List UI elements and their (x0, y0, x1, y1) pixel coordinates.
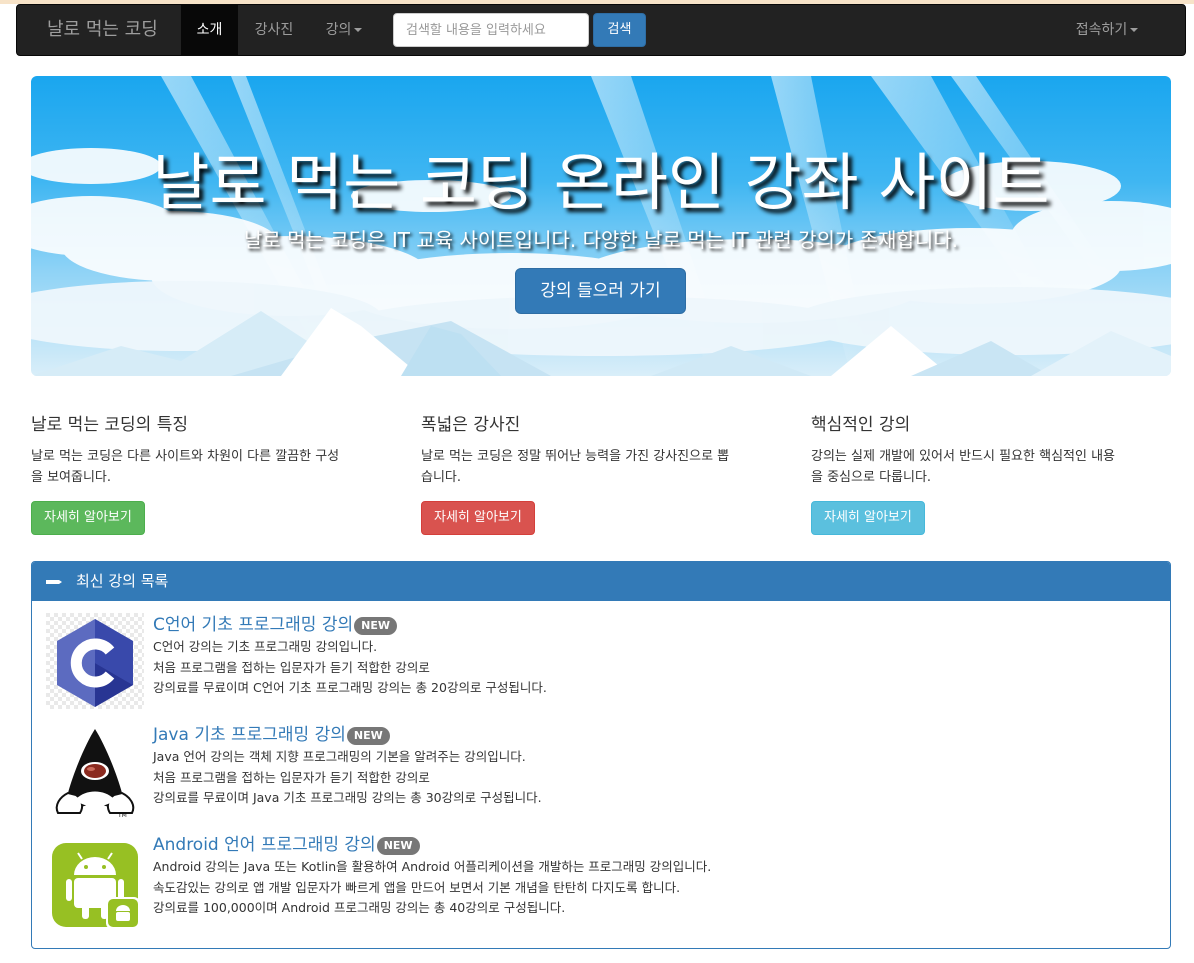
connect-dropdown-label: 접속하기 (1075, 22, 1128, 38)
feature-column-characteristics: 날로 먹는 코딩의 특징 날로 먹는 코딩은 다른 사이트와 차원이 다른 깔끔… (31, 408, 391, 535)
course-title[interactable]: Android 언어 프로그래밍 강의 NEW (153, 833, 1143, 857)
search-input[interactable] (393, 13, 589, 47)
course-title[interactable]: Java 기초 프로그래밍 강의 NEW (153, 723, 1143, 747)
feature-title: 날로 먹는 코딩의 특징 (31, 415, 188, 435)
course-body: Android 언어 프로그래밍 강의 NEW Android 강의는 Java … (153, 833, 1143, 919)
feature-column-instructors: 폭넓은 강사진 날로 먹는 코딩은 정말 뛰어난 능력을 가진 강사진으로 뽑습… (421, 408, 781, 535)
course-title-text[interactable]: C언어 기초 프로그래밍 강의 (153, 615, 353, 635)
feature-title: 폭넓은 강사진 (421, 415, 521, 435)
feature-description-line: 습니다. (421, 470, 462, 485)
feature-description-line: 을 보여줍니다. (31, 470, 112, 485)
feature-column-core-courses: 핵심적인 강의 강의는 실제 개발에 있어서 반드시 필요한 핵심적인 내용을 … (811, 408, 1171, 535)
feature-description-line: 날로 먹는 코딩은 정말 뛰어난 능력을 가진 강사진으로 뽑 (421, 449, 730, 464)
learn-more-button[interactable]: 자세히 알아보기 (31, 501, 145, 535)
chevron-down-icon (1130, 28, 1139, 32)
new-badge: NEW (346, 727, 390, 745)
course-description-line: 처음 프로그램을 접하는 입문자가 듣기 적합한 강의로 (153, 769, 430, 785)
feature-description: 날로 먹는 코딩은 다른 사이트와 차원이 다른 깔끔한 구성을 보여줍니다. (31, 446, 391, 488)
nav-item-courses-dropdown[interactable]: 강의 (310, 5, 378, 55)
panel-title: 최신 강의 목록 (76, 572, 169, 590)
navbar-brand[interactable]: 날로 먹는 코딩 (47, 5, 158, 55)
pencil-icon (46, 579, 62, 584)
jumbotron: 날로 먹는 코딩 온라인 강좌 사이트 날로 먹는 코딩은 IT 교육 사이트입… (31, 76, 1171, 376)
course-body: Java 기초 프로그래밍 강의 NEW Java 언어 강의는 객체 지향 프로… (153, 723, 1143, 809)
new-badge: NEW (354, 617, 397, 635)
connect-dropdown[interactable]: 접속하기 (1057, 5, 1157, 55)
latest-courses-panel: 최신 강의 목록 C언어 기초 프로그래밍 강의 NEW C언어 강의는 기초 프… (31, 561, 1171, 949)
course-description-line: 속도감있는 강의로 앱 개발 입문자가 빠르게 앱을 만드어 보면서 기본 개념… (153, 879, 681, 895)
nav-item-intro[interactable]: 소개 (181, 5, 238, 55)
course-description-line: 강의료를 100,000이며 Android 프로그래밍 강의는 총 40강의로… (153, 900, 566, 915)
android-logo[interactable] (46, 833, 144, 929)
learn-more-button[interactable]: 자세히 알아보기 (811, 501, 925, 535)
jumbotron-subtitle: 날로 먹는 코딩은 IT 교육 사이트입니다. 다양한 날로 먹는 IT 관련 … (243, 228, 959, 252)
course-title-text[interactable]: Android 언어 프로그래밍 강의 (153, 835, 376, 855)
feature-description: 날로 먹는 코딩은 정말 뛰어난 능력을 가진 강사진으로 뽑습니다. (421, 446, 781, 488)
nav-item-instructors[interactable]: 강사진 (238, 5, 310, 55)
feature-description-line: 을 중심으로 다룹니다. (811, 470, 932, 485)
course-description-line: Android 강의는 Java 또는 Kotlin을 활용하여 Android… (153, 859, 712, 874)
learn-more-button[interactable]: 자세히 알아보기 (421, 501, 535, 535)
nav-item-courses-label: 강의 (325, 22, 352, 38)
chevron-down-icon (354, 28, 363, 32)
go-to-courses-button[interactable]: 강의 들으러 가기 (515, 268, 686, 314)
feature-title: 핵심적인 강의 (811, 415, 911, 435)
course-description-line: C언어 강의는 기초 프로그래밍 강의입니다. (153, 639, 378, 654)
course-description-line: 강의료를 무료이며 C언어 기초 프로그래밍 강의는 총 20강의로 구성됩니다… (153, 680, 547, 695)
course-title[interactable]: C언어 기초 프로그래밍 강의 NEW (153, 613, 1143, 637)
search-button[interactable]: 검색 (593, 13, 646, 47)
c-language-logo[interactable] (46, 613, 144, 709)
course-title-text[interactable]: Java 기초 프로그래밍 강의 (153, 725, 346, 745)
feature-description-line: 강의는 실제 개발에 있어서 반드시 필요한 핵심적인 내용 (811, 449, 1116, 464)
course-description-line: 강의료를 무료이며 Java 기초 프로그래밍 강의는 총 30강의로 구성됩니… (153, 790, 542, 805)
panel-heading: 최신 강의 목록 (32, 562, 1170, 601)
new-badge: NEW (376, 837, 420, 855)
course-description-line: 처음 프로그램을 접하는 입문자가 듣기 적합한 강의로 (153, 659, 430, 675)
java-duke-logo[interactable]: TM (46, 723, 144, 819)
jumbotron-title: 날로 먹는 코딩 온라인 강좌 사이트 (152, 146, 1050, 219)
feature-description-line: 날로 먹는 코딩은 다른 사이트와 차원이 다른 깔끔한 구성 (31, 449, 340, 464)
feature-description: 강의는 실제 개발에 있어서 반드시 필요한 핵심적인 내용을 중심으로 다룹니… (811, 446, 1171, 488)
svg-text:TM: TM (117, 812, 127, 819)
navbar: 날로 먹는 코딩 소개 강사진 강의 검색 접속하기 (16, 4, 1186, 56)
course-body: C언어 기초 프로그래밍 강의 NEW C언어 강의는 기초 프로그래밍 강의입니… (153, 613, 1143, 699)
course-description-line: Java 언어 강의는 객체 지향 프로그래밍의 기본을 알려주는 강의입니다. (153, 749, 526, 764)
